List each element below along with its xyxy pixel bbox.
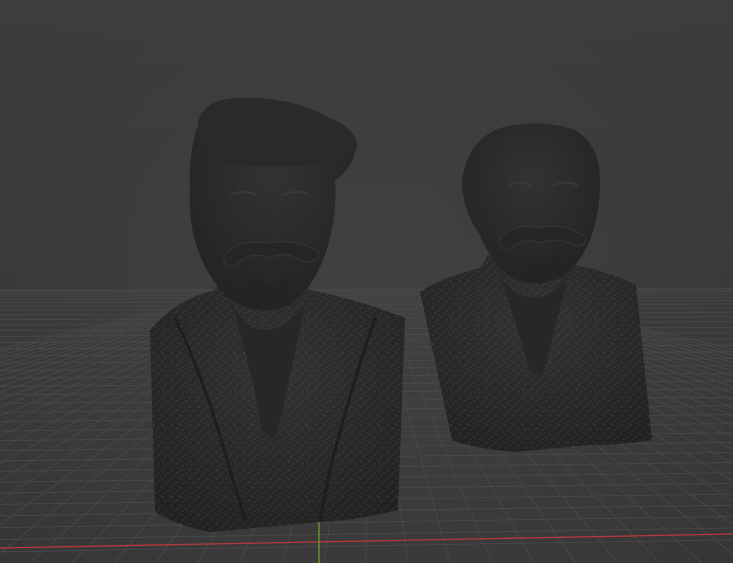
grid-line	[0, 516, 733, 528]
viewport-canvas[interactable]	[0, 0, 733, 563]
3d-viewport[interactable]	[0, 0, 733, 563]
grid-line	[0, 527, 733, 540]
